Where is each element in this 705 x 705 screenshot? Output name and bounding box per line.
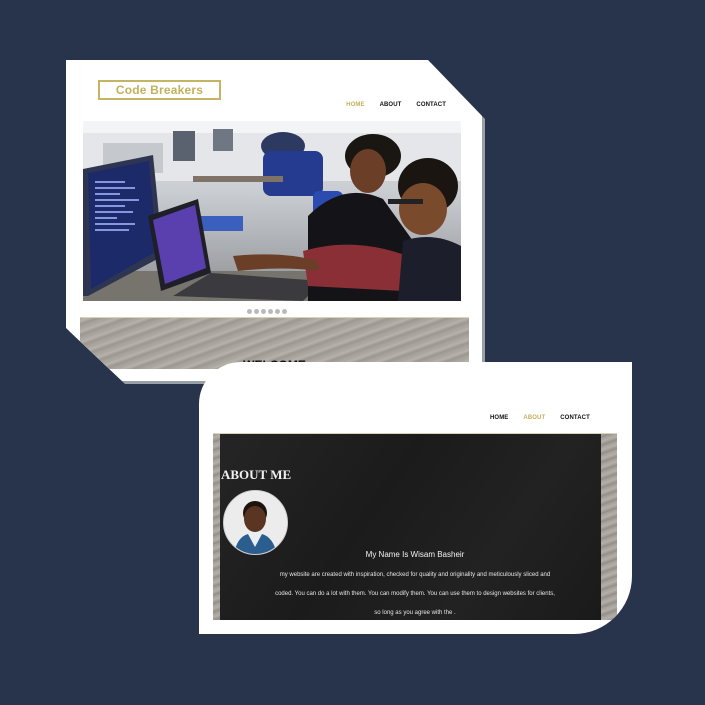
slider-dot[interactable]	[254, 309, 259, 314]
slider-dot[interactable]	[261, 309, 266, 314]
nav-contact[interactable]: CONTACT	[560, 415, 590, 421]
nav-home[interactable]: HOME	[490, 415, 508, 421]
home-nav: HOME ABOUT CONTACT	[346, 102, 446, 108]
slider-dot[interactable]	[275, 309, 280, 314]
office-team-photo	[83, 121, 461, 301]
logo[interactable]: Code Breakers	[98, 80, 221, 100]
person-icon	[224, 491, 287, 554]
about-nav: HOME ABOUT CONTACT	[490, 415, 590, 421]
about-preview-card: HOME ABOUT CONTACT ABOUT ME My Name Is W…	[199, 362, 632, 634]
nav-about[interactable]: ABOUT	[380, 102, 402, 108]
logo-text: Code Breakers	[115, 83, 204, 97]
nav-contact[interactable]: CONTACT	[416, 102, 446, 108]
hero-image	[83, 121, 461, 301]
nav-about[interactable]: ABOUT	[523, 415, 545, 421]
about-section: ABOUT ME My Name Is Wisam Basheir my web…	[213, 433, 617, 620]
about-text-line: my website are created with inspiration,…	[279, 572, 551, 578]
about-name: My Name Is Wisam Basheir	[365, 550, 465, 559]
home-preview-card: Code Breakers HOME ABOUT CONTACT	[66, 60, 482, 381]
slider-dot[interactable]	[282, 309, 287, 314]
slider-dot[interactable]	[247, 309, 252, 314]
about-text-line: coded. You can do a lot with them. You c…	[275, 591, 555, 597]
nav-home[interactable]: HOME	[346, 102, 364, 108]
profile-avatar	[223, 490, 288, 555]
about-title: ABOUT ME	[221, 467, 292, 482]
about-text-line: so long as you agree with the .	[374, 610, 456, 616]
slider-dot[interactable]	[268, 309, 273, 314]
slider-dots	[247, 309, 287, 314]
